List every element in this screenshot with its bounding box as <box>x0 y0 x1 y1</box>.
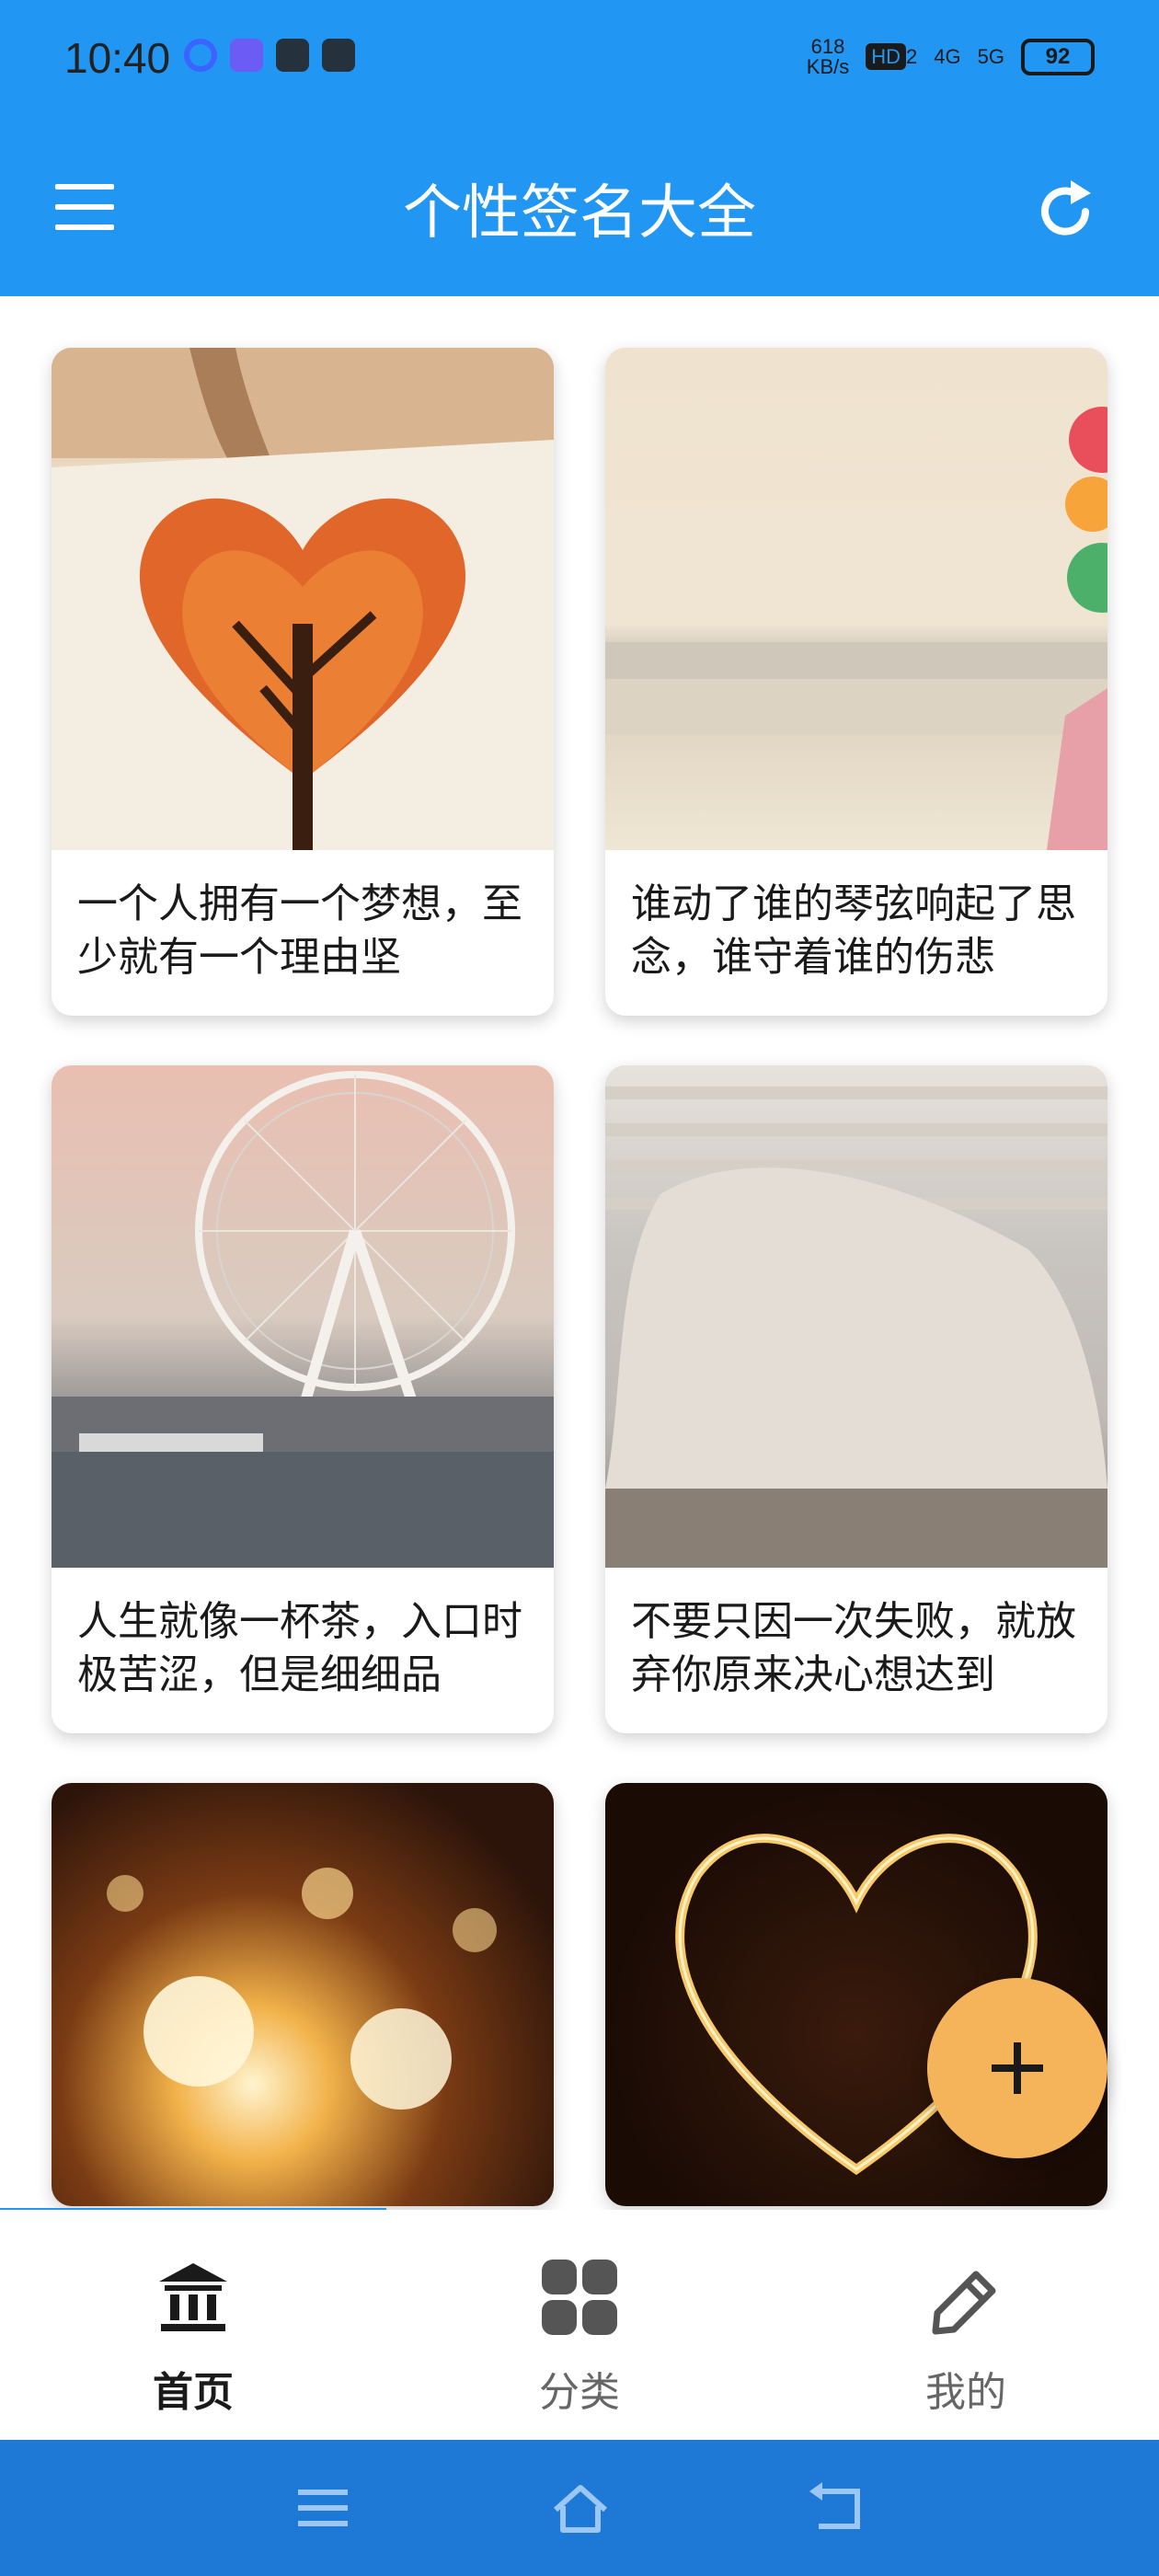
card-image <box>605 348 1107 850</box>
status-time: 10:40 <box>64 34 171 82</box>
app-bar: 个性签名大全 <box>0 120 1159 296</box>
wallet-app-icon <box>276 39 309 72</box>
battery-level: 92 <box>1045 44 1071 69</box>
beach-balloons-image <box>605 407 1107 850</box>
tab-mine-label: 我的 <box>925 2369 1006 2416</box>
back-icon[interactable] <box>806 2480 870 2536</box>
tab-category[interactable]: 分类 <box>386 2237 773 2421</box>
notification-icons <box>184 39 355 72</box>
battery-icon: 92 <box>1021 39 1095 75</box>
card-image <box>52 1065 554 1568</box>
card-text: 人生就像一杯茶，入口时极苦涩，但是细细品 <box>77 1598 522 1698</box>
card-image <box>605 1065 1107 1568</box>
heart-tree-image <box>52 348 554 850</box>
signature-card[interactable]: 人生就像一杯茶，入口时极苦涩，但是细细品 <box>52 1065 554 1733</box>
signature-card[interactable]: 一个人拥有一个梦想，至少就有一个理由坚 <box>52 348 554 1016</box>
card-image <box>52 348 554 850</box>
app-root: 10:40 618 KB/s HD 2 4G 5G 92 个性签名大全 一个人拥… <box>0 0 1159 2576</box>
card-text: 一个人拥有一个梦想，至少就有一个理由坚 <box>77 880 522 981</box>
tab-mine[interactable]: 我的 <box>773 2237 1159 2421</box>
tab-home-label: 首页 <box>153 2369 234 2416</box>
pencil-icon <box>932 2271 996 2335</box>
signature-card[interactable] <box>52 1783 554 2206</box>
card-text: 不要只因一次失败，就放弃你原来决心想达到 <box>631 1598 1076 1698</box>
network-speed-value: 618 <box>810 35 845 58</box>
plus-icon <box>1014 2042 1021 2094</box>
system-navigation-bar <box>0 2440 1159 2576</box>
grid-icon <box>542 2260 617 2335</box>
hd-indicator: HD 2 <box>866 43 918 70</box>
card-text: 谁动了谁的琴弦响起了思念，谁守着谁的伤悲 <box>631 880 1076 981</box>
signal-5g-icon: 5G <box>977 45 1004 68</box>
hd-badge: HD <box>866 43 907 70</box>
refresh-icon <box>1041 180 1091 236</box>
network-speed-unit: KB/s <box>806 55 850 78</box>
tab-home[interactable]: 首页 <box>0 2237 386 2421</box>
refresh-button[interactable] <box>1028 175 1102 248</box>
home-icon[interactable] <box>548 2480 613 2536</box>
sticker-app-icon <box>230 39 263 72</box>
status-indicators: 618 KB/s HD 2 4G 5G 92 <box>807 37 1095 77</box>
signal-4g-icon: 4G <box>934 45 961 68</box>
page-title: 个性签名大全 <box>403 179 756 247</box>
status-bar: 10:40 618 KB/s HD 2 4G 5G 92 <box>0 0 1159 120</box>
app-notification-icon <box>184 39 217 72</box>
sparkler-image <box>107 1868 497 2110</box>
pillow-image <box>605 1087 1107 1568</box>
tab-category-label: 分类 <box>539 2369 620 2416</box>
add-button[interactable] <box>927 1978 1107 2158</box>
bank-icon <box>159 2263 227 2331</box>
card-image <box>52 1783 554 2206</box>
wechat-icon <box>322 39 355 72</box>
network-speed: 618 KB/s <box>807 37 849 77</box>
hd-sub: 2 <box>906 45 918 68</box>
signature-card[interactable]: 谁动了谁的琴弦响起了思念，谁守着谁的伤悲 <box>605 348 1107 1016</box>
ferris-wheel-image <box>52 1071 554 1568</box>
bottom-navigation: 首页 分类 我的 <box>0 2210 1159 2440</box>
signature-card[interactable]: 不要只因一次失败，就放弃你原来决心想达到 <box>605 1065 1107 1733</box>
menu-icon[interactable] <box>291 2480 355 2536</box>
